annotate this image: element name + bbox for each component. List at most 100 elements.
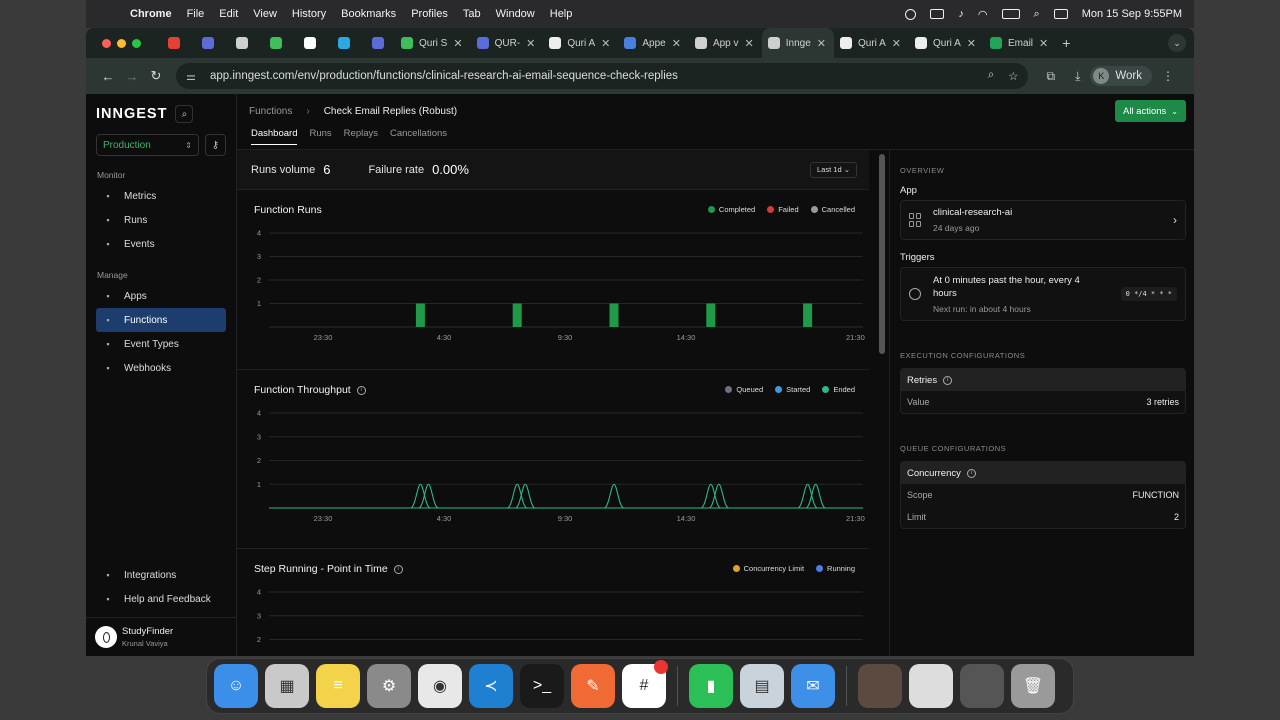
search-icon[interactable]: ⌕ — [175, 105, 194, 123]
url-text[interactable]: app.inngest.com/env/production/functions… — [210, 70, 678, 82]
numbers-icon[interactable]: ▮ — [689, 664, 733, 708]
close-tab-icon[interactable]: ✕ — [967, 37, 976, 50]
time-range-select[interactable]: Last 1d ⌄ — [810, 161, 857, 178]
browser-tab[interactable]: Quri A ✕ — [834, 28, 909, 58]
close-tab-icon[interactable]: ✕ — [453, 37, 462, 50]
menu-edit[interactable]: Edit — [219, 8, 238, 20]
site-info-icon[interactable]: ⚌ — [186, 70, 200, 83]
browser-tab[interactable]: QUR- ✕ — [471, 28, 544, 58]
pinned-tab[interactable] — [225, 28, 259, 58]
pinned-tab[interactable] — [361, 28, 395, 58]
sidebar-item-events[interactable]: ▪ Events — [96, 232, 226, 256]
zoom-window-button[interactable] — [132, 38, 141, 48]
vscode-icon[interactable]: ≺ — [469, 664, 513, 708]
breadcrumb-functions[interactable]: Functions — [249, 106, 292, 117]
browser-tab[interactable]: Quri A ✕ — [909, 28, 984, 58]
legend-item-failed[interactable]: Failed — [767, 205, 799, 214]
minimize-window-button[interactable] — [117, 38, 126, 48]
launchpad-icon[interactable]: ▦ — [265, 664, 309, 708]
pinned-tab[interactable] — [259, 28, 293, 58]
menu-file[interactable]: File — [187, 8, 205, 20]
terminal-icon[interactable]: >_ — [520, 664, 564, 708]
menu-history[interactable]: History — [292, 8, 326, 20]
info-icon[interactable]: i — [356, 385, 366, 395]
postman-icon[interactable]: ✎ — [571, 664, 615, 708]
sidebar-item-help-and-feedback[interactable]: ▪ Help and Feedback — [96, 587, 226, 611]
browser-tab[interactable]: App v ✕ — [689, 28, 762, 58]
close-tab-icon[interactable]: ✕ — [672, 37, 681, 50]
close-tab-icon[interactable]: ✕ — [892, 37, 901, 50]
key-icon[interactable]: ⚷ — [204, 134, 226, 156]
tab-replays[interactable]: Replays — [344, 128, 378, 145]
extensions-icon[interactable]: ⧉ — [1046, 69, 1055, 84]
chrome-icon[interactable]: ◉ — [418, 664, 462, 708]
browser-tab[interactable]: Email ✕ — [984, 28, 1056, 58]
menu-help[interactable]: Help — [550, 8, 573, 20]
sidebar-item-integrations[interactable]: ▪ Integrations — [96, 563, 226, 587]
menu-app-name[interactable]: Chrome — [130, 8, 172, 20]
sidebar-item-webhooks[interactable]: ▪ Webhooks — [96, 356, 226, 380]
tab-dashboard[interactable]: Dashboard — [251, 128, 298, 145]
control-center-icon[interactable] — [1053, 9, 1068, 19]
close-window-button[interactable] — [102, 38, 111, 48]
zoom-icon[interactable]: ⌕ — [988, 69, 994, 83]
wifi-icon[interactable]: ◠ — [978, 8, 988, 21]
user-menu[interactable]: StudyFinder Krunal Vaviya — [86, 617, 236, 656]
tab-search-icon[interactable]: ⌄ — [1168, 34, 1186, 52]
menu-window[interactable]: Window — [496, 8, 535, 20]
menu-tab[interactable]: Tab — [463, 8, 481, 20]
close-tab-icon[interactable]: ✕ — [817, 37, 826, 50]
pinned-tab[interactable] — [191, 28, 225, 58]
address-bar[interactable]: ⚌ app.inngest.com/env/production/functio… — [176, 63, 1029, 89]
menu-bookmarks[interactable]: Bookmarks — [341, 8, 396, 20]
app-card[interactable]: clinical-research-ai 24 days ago › — [900, 200, 1186, 240]
downloads-icon[interactable]: ⤓ — [1075, 69, 1080, 84]
spotlight-icon[interactable]: ⌕ — [1034, 8, 1040, 21]
environment-select[interactable]: Production ⇕ — [96, 134, 199, 156]
legend-item-ended[interactable]: Ended — [822, 385, 855, 394]
back-button[interactable]: ← — [96, 69, 120, 84]
profile-button[interactable]: K Work — [1090, 66, 1152, 86]
new-tab-button[interactable]: + — [1062, 35, 1070, 51]
sidebar-item-metrics[interactable]: ▪ Metrics — [96, 184, 226, 208]
preview-icon[interactable]: ▤ — [740, 664, 784, 708]
close-tab-icon[interactable]: ✕ — [1039, 37, 1048, 50]
legend-item-running[interactable]: Running — [816, 564, 855, 573]
display-icon[interactable] — [930, 9, 945, 19]
close-tab-icon[interactable]: ✕ — [601, 37, 610, 50]
sidebar-item-functions[interactable]: ▪ Functions — [96, 308, 226, 332]
menu-view[interactable]: View — [253, 8, 277, 20]
browser-tab[interactable]: Quri S ✕ — [395, 28, 471, 58]
recent-window-2-icon[interactable] — [909, 664, 953, 708]
pinned-tab[interactable] — [327, 28, 361, 58]
record-icon[interactable] — [905, 8, 917, 20]
pinned-tab[interactable] — [157, 28, 191, 58]
volume-icon[interactable]: ♪ — [958, 8, 964, 20]
notes-icon[interactable]: ≡ — [316, 664, 360, 708]
legend-item-concurrency-limit[interactable]: Concurrency Limit — [732, 564, 804, 573]
sidebar-item-event-types[interactable]: ▪ Event Types — [96, 332, 226, 356]
bookmark-star-icon[interactable]: ☆ — [1008, 69, 1018, 83]
sidebar-item-runs[interactable]: ▪ Runs — [96, 208, 226, 232]
browser-tab[interactable]: Appe ✕ — [618, 28, 689, 58]
legend-item-started[interactable]: Started — [775, 385, 810, 394]
sidebar-item-apps[interactable]: ▪ Apps — [96, 284, 226, 308]
legend-item-cancelled[interactable]: Cancelled — [810, 205, 855, 214]
slack-icon[interactable]: # — [622, 660, 668, 708]
inngest-logo[interactable]: INNGEST — [96, 106, 167, 122]
browser-menu-icon[interactable]: ⋮ — [1162, 69, 1174, 83]
mail-icon[interactable]: ✉ — [791, 664, 835, 708]
all-actions-button[interactable]: All actions ⌄ — [1114, 100, 1186, 122]
tab-runs[interactable]: Runs — [309, 128, 331, 145]
close-tab-icon[interactable]: ✕ — [526, 37, 535, 50]
recent-window-3-icon[interactable] — [960, 664, 1004, 708]
reload-button[interactable]: ↻ — [144, 68, 168, 84]
browser-tab[interactable]: Quri A ✕ — [543, 28, 618, 58]
menu-profiles[interactable]: Profiles — [411, 8, 448, 20]
info-icon[interactable]: i — [943, 375, 953, 385]
recent-window-1-icon[interactable] — [858, 664, 902, 708]
forward-button[interactable]: → — [120, 69, 144, 84]
info-icon[interactable]: i — [966, 468, 976, 478]
system-settings-icon[interactable]: ⚙ — [367, 664, 411, 708]
legend-item-queued[interactable]: Queued — [725, 385, 763, 394]
